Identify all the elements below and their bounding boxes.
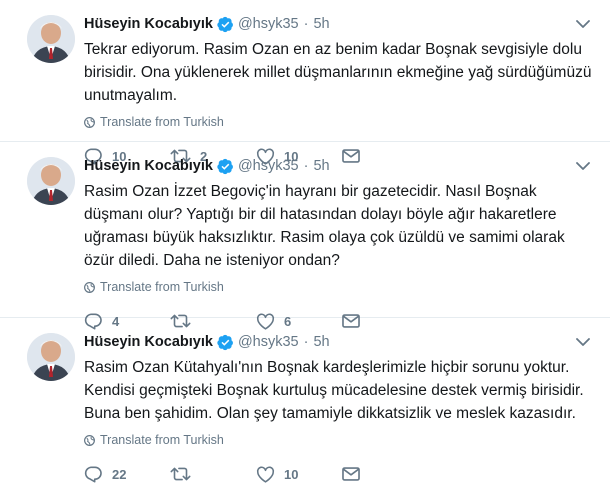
reply-button[interactable]: 22: [84, 465, 170, 483]
tweet[interactable]: Hüseyin Kocabıyık @hsyk35 · 5h Rasim Oza…: [0, 318, 610, 483]
tweet-text: Tekrar ediyorum. Rasim Ozan en az benim …: [84, 41, 592, 104]
tweet-timestamp[interactable]: 5h: [313, 334, 329, 350]
translate-label: Translate from Turkish: [100, 115, 224, 129]
author-handle[interactable]: @hsyk35: [238, 158, 299, 174]
separator-dot: ·: [303, 16, 309, 32]
verified-badge-icon: [217, 16, 234, 33]
direct-message-button[interactable]: [342, 467, 428, 481]
globe-icon: [84, 281, 95, 293]
like-icon: [256, 466, 275, 483]
reply-count: 22: [112, 466, 127, 482]
author-handle[interactable]: @hsyk35: [238, 16, 299, 32]
tweet-timestamp[interactable]: 5h: [313, 16, 329, 32]
translate-link[interactable]: Translate from Turkish: [84, 433, 592, 447]
retweet-button[interactable]: [170, 466, 256, 482]
translate-link[interactable]: Translate from Turkish: [84, 115, 592, 129]
reply-icon: [84, 466, 102, 483]
translate-label: Translate from Turkish: [100, 433, 224, 447]
tweet-timestamp[interactable]: 5h: [313, 158, 329, 174]
like-button[interactable]: 10: [256, 466, 342, 483]
like-count: 10: [284, 466, 299, 482]
avatar[interactable]: [27, 333, 75, 381]
tweet-text: Rasim Ozan İzzet Begoviç'in hayranı bir …: [84, 183, 565, 269]
globe-icon: [84, 434, 95, 446]
avatar-photo: [27, 333, 75, 381]
chevron-down-icon[interactable]: [574, 333, 592, 351]
separator-dot: ·: [303, 158, 309, 174]
author-name[interactable]: Hüseyin Kocabıyık: [84, 334, 213, 350]
avatar-photo: [27, 15, 75, 63]
verified-badge-icon: [217, 334, 234, 351]
retweet-icon: [170, 467, 191, 481]
avatar[interactable]: [27, 157, 75, 205]
chevron-down-icon[interactable]: [574, 15, 592, 33]
tweet-timeline: Hüseyin Kocabıyık @hsyk35 · 5h Tekrar ed…: [0, 0, 610, 483]
author-name[interactable]: Hüseyin Kocabıyık: [84, 16, 213, 32]
tweet-text: Rasim Ozan Kütahyalı'nın Boşnak kardeşle…: [84, 359, 584, 422]
tweet[interactable]: Hüseyin Kocabıyık @hsyk35 · 5h Tekrar ed…: [0, 0, 610, 165]
verified-badge-icon: [217, 158, 234, 175]
avatar-photo: [27, 157, 75, 205]
separator-dot: ·: [303, 334, 309, 350]
globe-icon: [84, 116, 95, 128]
translate-link[interactable]: Translate from Turkish: [84, 280, 592, 294]
author-handle[interactable]: @hsyk35: [238, 334, 299, 350]
chevron-down-icon[interactable]: [574, 157, 592, 175]
author-name[interactable]: Hüseyin Kocabıyık: [84, 158, 213, 174]
direct-message-icon: [342, 467, 360, 481]
tweet-actions: 22 10: [84, 463, 592, 485]
avatar[interactable]: [27, 15, 75, 63]
translate-label: Translate from Turkish: [100, 280, 224, 294]
tweet[interactable]: Hüseyin Kocabıyık @hsyk35 · 5h Rasim Oza…: [0, 142, 610, 330]
